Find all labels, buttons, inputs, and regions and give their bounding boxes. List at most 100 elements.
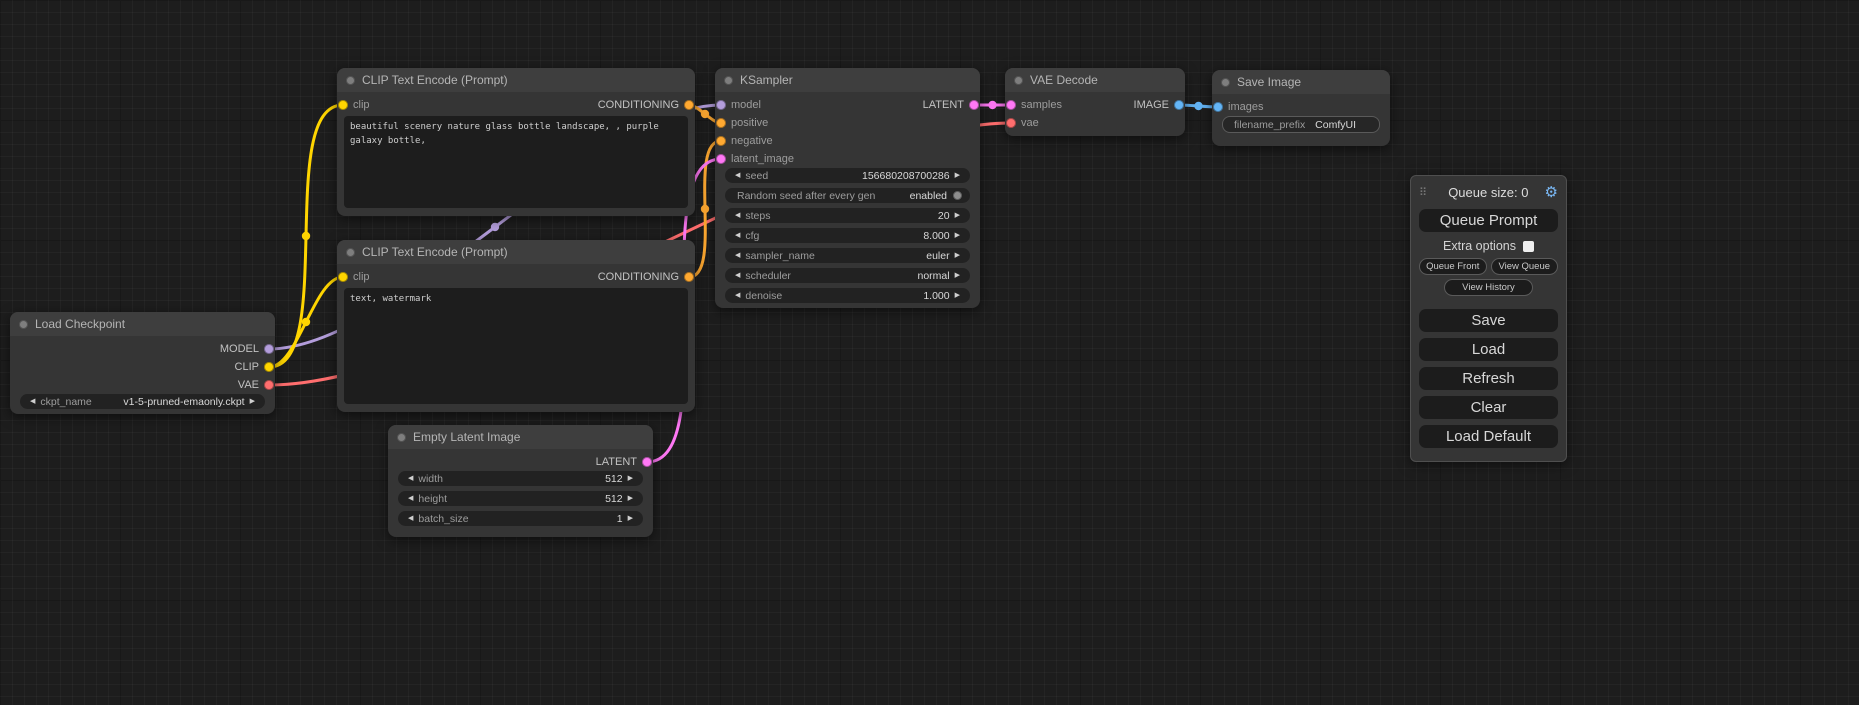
output-slot-label: VAE bbox=[238, 379, 259, 391]
clear-button[interactable]: Clear bbox=[1419, 396, 1558, 419]
node-title-bar[interactable]: Empty Latent Image bbox=[388, 425, 653, 449]
gear-icon[interactable]: ⚙ bbox=[1545, 185, 1558, 200]
widget-seed[interactable]: ◀ seed 156680208700286 ▶ bbox=[725, 168, 970, 183]
output-slot-conditioning-dot[interactable] bbox=[684, 272, 694, 282]
output-slot-clip-dot[interactable] bbox=[264, 362, 274, 372]
node-title: CLIP Text Encode (Prompt) bbox=[362, 245, 508, 259]
extra-options-checkbox[interactable] bbox=[1523, 241, 1534, 252]
arrow-left-icon[interactable]: ◀ bbox=[403, 471, 418, 486]
load-default-button[interactable]: Load Default bbox=[1419, 425, 1558, 448]
output-slot-latent-dot[interactable] bbox=[642, 457, 652, 467]
arrow-left-icon[interactable]: ◀ bbox=[730, 208, 745, 223]
node-clip-text-encode-negative[interactable]: CLIP Text Encode (Prompt) clip CONDITION… bbox=[337, 240, 695, 412]
arrow-left-icon[interactable]: ◀ bbox=[25, 394, 40, 409]
arrow-left-icon[interactable]: ◀ bbox=[403, 491, 418, 506]
view-queue-button[interactable]: View Queue bbox=[1491, 258, 1559, 275]
node-vae-decode[interactable]: VAE Decode samples IMAGE vae bbox=[1005, 68, 1185, 136]
output-slot-conditioning-dot[interactable] bbox=[684, 100, 694, 110]
node-ksampler[interactable]: KSampler model LATENT positive bbox=[715, 68, 980, 308]
load-button[interactable]: Load bbox=[1419, 338, 1558, 361]
node-title-bar[interactable]: CLIP Text Encode (Prompt) bbox=[337, 68, 695, 92]
widget-steps[interactable]: ◀ steps 20 ▶ bbox=[725, 208, 970, 223]
widget-denoise[interactable]: ◀ denoise 1.000 ▶ bbox=[725, 288, 970, 303]
widget-value: 512 bbox=[605, 473, 623, 485]
arrow-right-icon[interactable]: ▶ bbox=[245, 394, 260, 409]
collapse-dot-icon[interactable] bbox=[1014, 76, 1023, 85]
input-slot-latent-image-dot[interactable] bbox=[716, 154, 726, 164]
node-clip-text-encode-positive[interactable]: CLIP Text Encode (Prompt) clip CONDITION… bbox=[337, 68, 695, 216]
arrow-left-icon[interactable]: ◀ bbox=[403, 511, 418, 526]
collapse-dot-icon[interactable] bbox=[397, 433, 406, 442]
widget-filename-prefix[interactable]: filename_prefix ComfyUI bbox=[1222, 116, 1380, 133]
widget-sampler-name[interactable]: ◀ sampler_name euler ▶ bbox=[725, 248, 970, 263]
collapse-dot-icon[interactable] bbox=[724, 76, 733, 85]
slot-row: MODEL bbox=[10, 340, 275, 358]
input-slot-clip-dot[interactable] bbox=[338, 100, 348, 110]
node-title-bar[interactable]: VAE Decode bbox=[1005, 68, 1185, 92]
wire-midpoint-dot bbox=[701, 110, 709, 118]
output-slot-vae-dot[interactable] bbox=[264, 380, 274, 390]
arrow-right-icon[interactable]: ▶ bbox=[623, 511, 638, 526]
prompt-textarea[interactable]: beautiful scenery nature glass bottle la… bbox=[344, 116, 688, 208]
arrow-right-icon[interactable]: ▶ bbox=[950, 208, 965, 223]
refresh-button[interactable]: Refresh bbox=[1419, 367, 1558, 390]
save-button[interactable]: Save bbox=[1419, 309, 1558, 332]
arrow-right-icon[interactable]: ▶ bbox=[623, 471, 638, 486]
node-title-bar[interactable]: KSampler bbox=[715, 68, 980, 92]
widget-batch-size[interactable]: ◀ batch_size 1 ▶ bbox=[398, 511, 643, 526]
arrow-right-icon[interactable]: ▶ bbox=[950, 248, 965, 263]
input-slot-samples-dot[interactable] bbox=[1006, 100, 1016, 110]
prompt-textarea[interactable]: text, watermark bbox=[344, 288, 688, 404]
queue-front-button[interactable]: Queue Front bbox=[1419, 258, 1487, 275]
input-slot-negative-dot[interactable] bbox=[716, 136, 726, 146]
widget-height[interactable]: ◀ height 512 ▶ bbox=[398, 491, 643, 506]
queue-panel[interactable]: ⠿ Queue size: 0 ⚙ Queue Prompt Extra opt… bbox=[1410, 175, 1567, 462]
widget-label: batch_size bbox=[418, 513, 468, 525]
node-empty-latent-image[interactable]: Empty Latent Image LATENT ◀ width 512 ▶ … bbox=[388, 425, 653, 537]
input-slot-vae-dot[interactable] bbox=[1006, 118, 1016, 128]
collapse-dot-icon[interactable] bbox=[19, 320, 28, 329]
arrow-left-icon[interactable]: ◀ bbox=[730, 268, 745, 283]
queue-prompt-button[interactable]: Queue Prompt bbox=[1419, 209, 1558, 232]
arrow-left-icon[interactable]: ◀ bbox=[730, 228, 745, 243]
widget-label: ckpt_name bbox=[40, 396, 91, 408]
view-history-button[interactable]: View History bbox=[1444, 279, 1533, 296]
node-title-bar[interactable]: Load Checkpoint bbox=[10, 312, 275, 336]
collapse-dot-icon[interactable] bbox=[346, 76, 355, 85]
graph-canvas[interactable]: Load Checkpoint MODEL CLIP VAE bbox=[0, 0, 1859, 705]
node-title-bar[interactable]: CLIP Text Encode (Prompt) bbox=[337, 240, 695, 264]
queue-size-text: Queue size: 0 bbox=[1432, 185, 1544, 200]
widget-random-seed-toggle[interactable]: Random seed after every gen enabled bbox=[725, 188, 970, 203]
collapse-dot-icon[interactable] bbox=[346, 248, 355, 257]
output-slot-model-dot[interactable] bbox=[264, 344, 274, 354]
node-save-image[interactable]: Save Image images filename_prefix ComfyU… bbox=[1212, 70, 1390, 146]
node-load-checkpoint[interactable]: Load Checkpoint MODEL CLIP VAE bbox=[10, 312, 275, 414]
widget-scheduler[interactable]: ◀ scheduler normal ▶ bbox=[725, 268, 970, 283]
arrow-right-icon[interactable]: ▶ bbox=[950, 268, 965, 283]
input-slot-clip-dot[interactable] bbox=[338, 272, 348, 282]
widget-cfg[interactable]: ◀ cfg 8.000 ▶ bbox=[725, 228, 970, 243]
widget-ckpt-name[interactable]: ◀ ckpt_name v1-5-pruned-emaonly.ckpt ▶ bbox=[20, 394, 265, 409]
widget-value: euler bbox=[926, 250, 949, 262]
arrow-left-icon[interactable]: ◀ bbox=[730, 248, 745, 263]
input-slot-images-dot[interactable] bbox=[1213, 102, 1223, 112]
arrow-right-icon[interactable]: ▶ bbox=[950, 288, 965, 303]
widget-width[interactable]: ◀ width 512 ▶ bbox=[398, 471, 643, 486]
arrow-left-icon[interactable]: ◀ bbox=[730, 168, 745, 183]
slot-row: samples IMAGE bbox=[1005, 96, 1185, 114]
arrow-right-icon[interactable]: ▶ bbox=[950, 228, 965, 243]
collapse-dot-icon[interactable] bbox=[1221, 78, 1230, 87]
input-slot-positive-dot[interactable] bbox=[716, 118, 726, 128]
node-title-bar[interactable]: Save Image bbox=[1212, 70, 1390, 94]
input-slot-model-dot[interactable] bbox=[716, 100, 726, 110]
output-slot-label: LATENT bbox=[923, 99, 964, 111]
arrow-right-icon[interactable]: ▶ bbox=[623, 491, 638, 506]
arrow-right-icon[interactable]: ▶ bbox=[950, 168, 965, 183]
output-slot-latent-dot[interactable] bbox=[969, 100, 979, 110]
drag-handle-icon[interactable]: ⠿ bbox=[1419, 186, 1427, 199]
output-slot-label: CONDITIONING bbox=[598, 99, 679, 111]
arrow-left-icon[interactable]: ◀ bbox=[730, 288, 745, 303]
output-slot-image-dot[interactable] bbox=[1174, 100, 1184, 110]
input-slot-label: images bbox=[1228, 101, 1263, 113]
toggle-dot[interactable] bbox=[953, 191, 962, 200]
